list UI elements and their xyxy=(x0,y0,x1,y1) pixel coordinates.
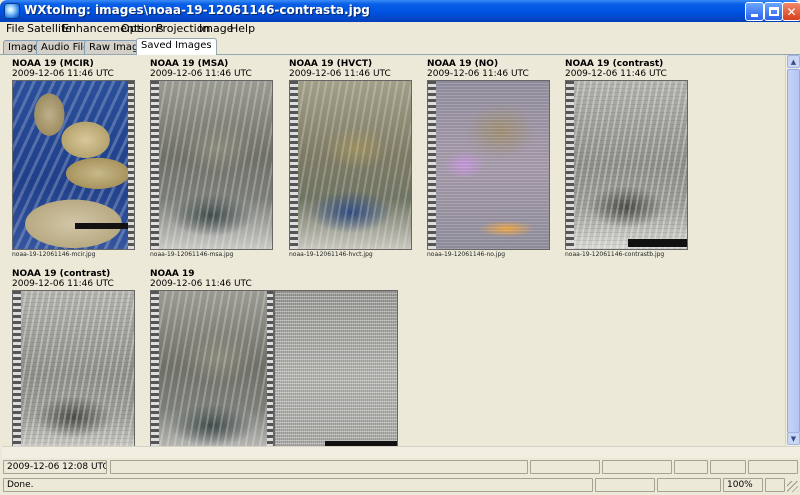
status-panel xyxy=(657,478,721,492)
vertical-scrollbar[interactable]: ▲ ▼ xyxy=(785,55,800,446)
image-thumbnail[interactable] xyxy=(565,80,688,250)
image-filename: noaa-19-12061146-hvct.jpg xyxy=(289,251,373,258)
image-card-noaa19[interactable]: NOAA 19 2009-12-06 11:46 UTC xyxy=(150,269,400,457)
horizontal-scrollbar[interactable] xyxy=(2,446,800,458)
status-panel xyxy=(674,460,708,474)
noise-bar xyxy=(75,223,128,229)
image-date: 2009-12-06 11:46 UTC xyxy=(565,69,667,79)
menu-file[interactable]: File xyxy=(6,22,24,36)
status-panel xyxy=(530,460,600,474)
scroll-down-arrow-icon[interactable]: ▼ xyxy=(787,432,800,445)
image-thumbnail[interactable] xyxy=(150,80,273,250)
image-filename: noaa-19-12061146-no.jpg xyxy=(427,251,506,258)
image-date: 2009-12-06 11:46 UTC xyxy=(150,69,252,79)
status-panel xyxy=(110,460,528,474)
image-thumbnail[interactable] xyxy=(12,80,135,250)
image-thumbnail[interactable] xyxy=(150,290,274,457)
telemetry-stripe xyxy=(151,291,159,457)
menu-image[interactable]: Image xyxy=(199,22,233,36)
status-message: Done. xyxy=(3,478,593,492)
status-panel xyxy=(710,460,746,474)
status-time: 2009-12-06 12:08 UTC xyxy=(3,460,107,474)
close-button[interactable]: ✕ xyxy=(782,2,800,21)
image-card-hvct[interactable]: NOAA 19 (HVCT) 2009-12-06 11:46 UTC noaa… xyxy=(289,59,414,264)
status-panel xyxy=(765,478,785,492)
window-title: WXtoImg: images\noaa-19-12061146-contras… xyxy=(24,3,370,17)
image-card-mcir[interactable]: NOAA 19 (MCIR) 2009-12-06 11:46 UTC noaa… xyxy=(12,59,137,264)
image-title: NOAA 19 (MCIR) xyxy=(12,59,94,69)
image-thumbnail[interactable] xyxy=(289,80,412,250)
status-panel xyxy=(595,478,655,492)
telemetry-stripe xyxy=(290,81,298,249)
maximize-icon xyxy=(769,7,779,16)
menu-bar: File Satellite Enhancements Options Proj… xyxy=(0,22,800,36)
scroll-thumb[interactable] xyxy=(787,69,800,433)
image-card-no[interactable]: NOAA 19 (NO) 2009-12-06 11:46 UTC noaa-1… xyxy=(427,59,552,264)
image-title: NOAA 19 (HVCT) xyxy=(289,59,373,69)
image-thumbnail-noise[interactable] xyxy=(274,290,398,457)
image-thumbnail[interactable] xyxy=(12,290,135,457)
wxtoimg-app-icon[interactable] xyxy=(4,3,20,19)
maximize-button[interactable] xyxy=(764,2,783,21)
image-card-contrast[interactable]: NOAA 19 (contrast) 2009-12-06 11:46 UTC … xyxy=(565,59,690,264)
scroll-up-arrow-icon[interactable]: ▲ xyxy=(787,55,800,68)
image-card-contrast-a[interactable]: NOAA 19 (contrast) 2009-12-06 11:46 UTC xyxy=(12,269,137,457)
status-panel xyxy=(602,460,672,474)
image-date: 2009-12-06 11:46 UTC xyxy=(150,279,252,289)
minimize-icon xyxy=(751,14,758,17)
image-date: 2009-12-06 11:46 UTC xyxy=(12,279,114,289)
image-title: NOAA 19 (contrast) xyxy=(565,59,664,69)
close-icon: ✕ xyxy=(786,4,797,19)
telemetry-stripe xyxy=(428,81,436,249)
telemetry-stripe xyxy=(128,81,134,249)
image-thumbnail[interactable] xyxy=(427,80,550,250)
title-bar[interactable]: WXtoImg: images\noaa-19-12061146-contras… xyxy=(0,0,800,22)
minimize-button[interactable] xyxy=(745,2,764,21)
status-bar-bottom: Done. 100% xyxy=(0,476,800,494)
resize-grip-icon[interactable] xyxy=(787,481,798,492)
saved-images-panel: NOAA 19 (MCIR) 2009-12-06 11:46 UTC noaa… xyxy=(2,55,785,457)
telemetry-stripe xyxy=(13,291,21,457)
image-title: NOAA 19 xyxy=(150,269,195,279)
zoom-level: 100% xyxy=(723,478,763,492)
telemetry-stripe xyxy=(566,81,574,249)
image-filename: noaa-19-12061146-msa.jpg xyxy=(150,251,234,258)
image-date: 2009-12-06 11:46 UTC xyxy=(289,69,391,79)
image-title: NOAA 19 (contrast) xyxy=(12,269,111,279)
tab-strip: Image Audio Files Raw Images Saved Image… xyxy=(0,37,800,55)
image-filename: noaa-19-12061146-contrastb.jpg xyxy=(565,251,665,258)
status-bar-top: 2009-12-06 12:08 UTC xyxy=(0,458,800,476)
image-filename: noaa-19-12061146-mcir.jpg xyxy=(12,251,96,258)
noise-bar xyxy=(628,239,687,247)
image-title: NOAA 19 (MSA) xyxy=(150,59,229,69)
status-panel xyxy=(748,460,798,474)
image-date: 2009-12-06 11:46 UTC xyxy=(427,69,529,79)
tab-saved-images[interactable]: Saved Images xyxy=(136,38,217,55)
image-card-msa[interactable]: NOAA 19 (MSA) 2009-12-06 11:46 UTC noaa-… xyxy=(150,59,275,264)
image-date: 2009-12-06 11:46 UTC xyxy=(12,69,114,79)
telemetry-stripe xyxy=(151,81,159,249)
image-title: NOAA 19 (NO) xyxy=(427,59,499,69)
telemetry-stripe xyxy=(267,291,273,457)
menu-help[interactable]: Help xyxy=(230,22,255,36)
